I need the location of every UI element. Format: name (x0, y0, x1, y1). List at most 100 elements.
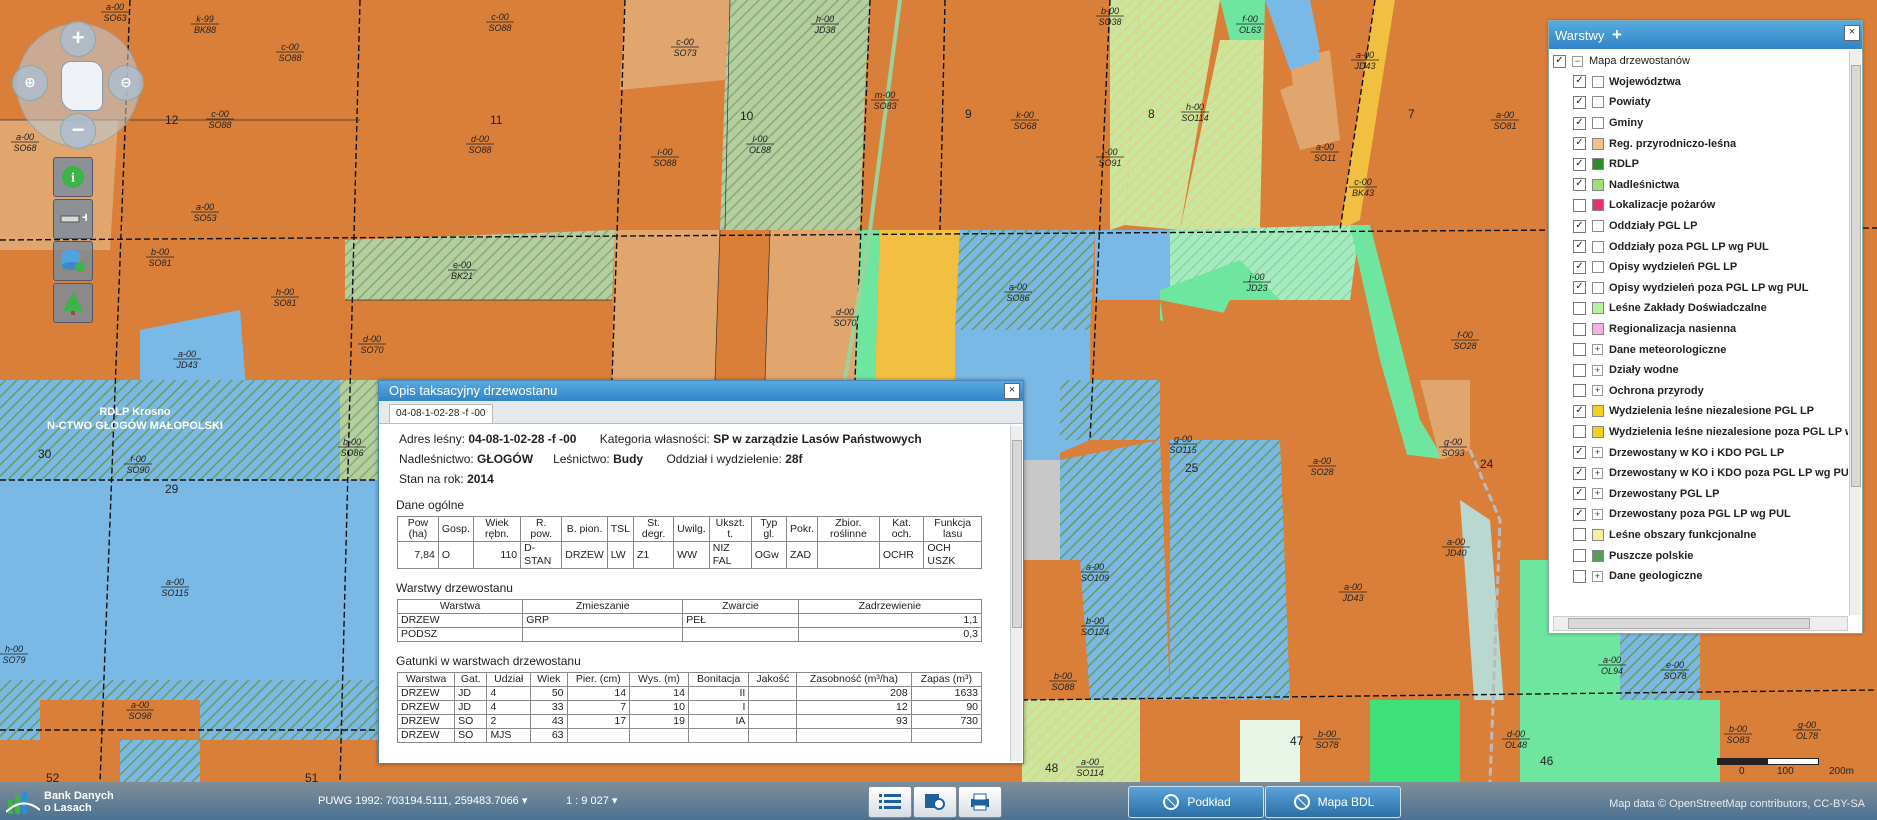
layer-item[interactable]: + Dane meteorologiczne (1553, 339, 1848, 360)
expand-icon[interactable]: + (1592, 344, 1603, 356)
coordinates-readout[interactable]: PUWG 1992: 703194.5111, 259483.7066 ▾ (318, 794, 527, 807)
layer-item[interactable]: + Drzewostany poza PGL LP wg PUL (1553, 504, 1848, 525)
layer-checkbox[interactable] (1573, 549, 1586, 563)
layer-item[interactable]: Wydzielenia leśne niezalesione PGL LP (1553, 401, 1848, 422)
layer-item[interactable]: + Ochrona przyrody (1553, 381, 1848, 402)
lesnictwo-value: Budy (613, 452, 644, 466)
layer-checkbox[interactable] (1553, 54, 1566, 68)
layer-checkbox[interactable] (1573, 198, 1586, 212)
layer-item[interactable]: Nadleśnictwa (1553, 175, 1848, 196)
layer-item[interactable]: −Mapa drzewostanów (1553, 51, 1848, 72)
layer-checkbox[interactable] (1573, 178, 1586, 192)
layer-checkbox[interactable] (1573, 363, 1586, 377)
layer-item[interactable]: RDLP (1553, 154, 1848, 175)
layer-checkbox[interactable] (1573, 384, 1586, 398)
layer-item[interactable]: Oddziały poza PGL LP wg PUL (1553, 236, 1848, 257)
layers-panel-header[interactable]: Warstwy + × (1549, 21, 1862, 49)
table-cell (748, 700, 798, 715)
layer-checkbox[interactable] (1573, 487, 1586, 501)
expand-icon[interactable]: + (1592, 385, 1603, 397)
layer-item[interactable]: + Drzewostany w KO i KDO poza PGL LP wg P… (1553, 463, 1848, 484)
search-map-button[interactable] (913, 786, 957, 818)
close-dialog-button[interactable]: × (1004, 383, 1020, 399)
layer-item[interactable]: Oddziały PGL LP (1553, 216, 1848, 237)
table-cell: SO (454, 714, 488, 729)
forest-tool-button[interactable] (53, 283, 93, 323)
dialog-header[interactable]: Opis taksacyjny drzewostanu × (379, 381, 1023, 401)
tab-stand-address[interactable]: 04-08-1-02-28 -f -00 (389, 404, 493, 423)
layer-item[interactable]: Powiaty (1553, 92, 1848, 113)
layer-item[interactable]: + Drzewostany PGL LP (1553, 483, 1848, 504)
list-button[interactable] (868, 786, 912, 818)
full-extent-icon[interactable] (61, 61, 103, 111)
layer-item[interactable]: + Drzewostany w KO i KDO PGL LP (1553, 442, 1848, 463)
layer-checkbox[interactable] (1573, 116, 1586, 130)
layer-item[interactable]: Wydzielenia leśne niezalesione poza PGL … (1553, 422, 1848, 443)
layer-checkbox[interactable] (1573, 569, 1586, 583)
dialog-scrollbar[interactable] (1010, 426, 1022, 761)
layer-label: Drzewostany w KO i KDO PGL LP (1609, 446, 1785, 459)
column-header: Ukszt. t. (708, 516, 752, 542)
zoom-in-button[interactable]: + (60, 21, 96, 57)
print-button[interactable] (958, 786, 1002, 818)
layer-item[interactable]: Puszcze polskie (1553, 545, 1848, 566)
table-cell: OGw (750, 541, 788, 569)
collapse-icon[interactable]: − (1572, 55, 1583, 67)
layer-checkbox[interactable] (1573, 219, 1586, 233)
info-tool-button[interactable]: i (53, 157, 93, 197)
add-layer-icon[interactable]: + (1612, 25, 1622, 44)
layer-item[interactable]: Regionalizacja nasienna (1553, 319, 1848, 340)
layers-horizontal-scrollbar[interactable] (1553, 616, 1848, 631)
column-header: Zasobność (m³/ha) (796, 672, 912, 687)
layer-checkbox[interactable] (1573, 95, 1586, 109)
layer-item[interactable]: Opisy wydzieleń poza PGL LP wg PUL (1553, 278, 1848, 299)
expand-icon[interactable]: + (1592, 570, 1603, 582)
bdl-map-button[interactable]: Mapa BDL (1265, 786, 1401, 818)
map-navigation-control[interactable]: + − ⊕ ⊖ (8, 15, 146, 153)
zoom-out-button[interactable]: − (60, 113, 96, 149)
layer-checkbox[interactable] (1573, 240, 1586, 254)
close-layers-button[interactable]: × (1844, 25, 1860, 41)
coords-dropdown-icon[interactable]: ▾ (519, 795, 528, 807)
table-cell: PEŁ (682, 613, 799, 628)
expand-icon[interactable]: + (1592, 467, 1603, 479)
map-search-icon (925, 794, 945, 810)
layer-item[interactable]: + Działy wodne (1553, 360, 1848, 381)
layer-checkbox[interactable] (1573, 137, 1586, 151)
measure-tool-button[interactable]: + (53, 199, 93, 239)
layer-item[interactable]: Leśne Zakłady Doświadczalne (1553, 298, 1848, 319)
layer-checkbox[interactable] (1573, 322, 1586, 336)
layer-item[interactable]: Leśne obszary funkcjonalne (1553, 525, 1848, 546)
basemap-button[interactable]: Podkład (1128, 786, 1264, 818)
expand-icon[interactable]: + (1592, 488, 1603, 500)
layer-item[interactable]: Reg. przyrodniczo-leśna (1553, 133, 1848, 154)
layer-checkbox[interactable] (1573, 404, 1586, 418)
layer-checkbox[interactable] (1573, 75, 1586, 89)
layers-vertical-scrollbar[interactable] (1849, 51, 1861, 615)
bdl-logo[interactable]: Bank Danych o Lasach (5, 788, 114, 816)
layer-item[interactable]: Gminy (1553, 113, 1848, 134)
scale-readout[interactable]: 1 : 9 027 ▾ (566, 794, 617, 807)
expand-icon[interactable]: + (1592, 508, 1603, 520)
scale-dropdown-icon[interactable]: ▾ (609, 795, 618, 807)
layer-checkbox[interactable] (1573, 425, 1586, 439)
layer-checkbox[interactable] (1573, 260, 1586, 274)
layer-checkbox[interactable] (1573, 466, 1586, 480)
layer-item[interactable]: + Dane geologiczne (1553, 566, 1848, 587)
pan-left-icon[interactable]: ⊕ (12, 65, 48, 101)
layer-item[interactable]: Opisy wydzieleń PGL LP (1553, 257, 1848, 278)
layer-checkbox[interactable] (1573, 281, 1586, 295)
layer-checkbox[interactable] (1573, 301, 1586, 315)
layer-checkbox[interactable] (1573, 446, 1586, 460)
expand-icon[interactable]: + (1592, 447, 1603, 459)
layer-checkbox[interactable] (1573, 507, 1586, 521)
expand-icon[interactable]: + (1592, 364, 1603, 376)
layers-tool-button[interactable] (53, 241, 93, 281)
layer-checkbox[interactable] (1573, 528, 1586, 542)
layer-item[interactable]: Lokalizacje pożarów (1553, 195, 1848, 216)
layer-checkbox[interactable] (1573, 157, 1586, 171)
layer-checkbox[interactable] (1573, 343, 1586, 357)
table-cell: 2 (486, 714, 531, 729)
pan-right-icon[interactable]: ⊖ (108, 65, 144, 101)
layer-item[interactable]: Województwa (1553, 72, 1848, 93)
